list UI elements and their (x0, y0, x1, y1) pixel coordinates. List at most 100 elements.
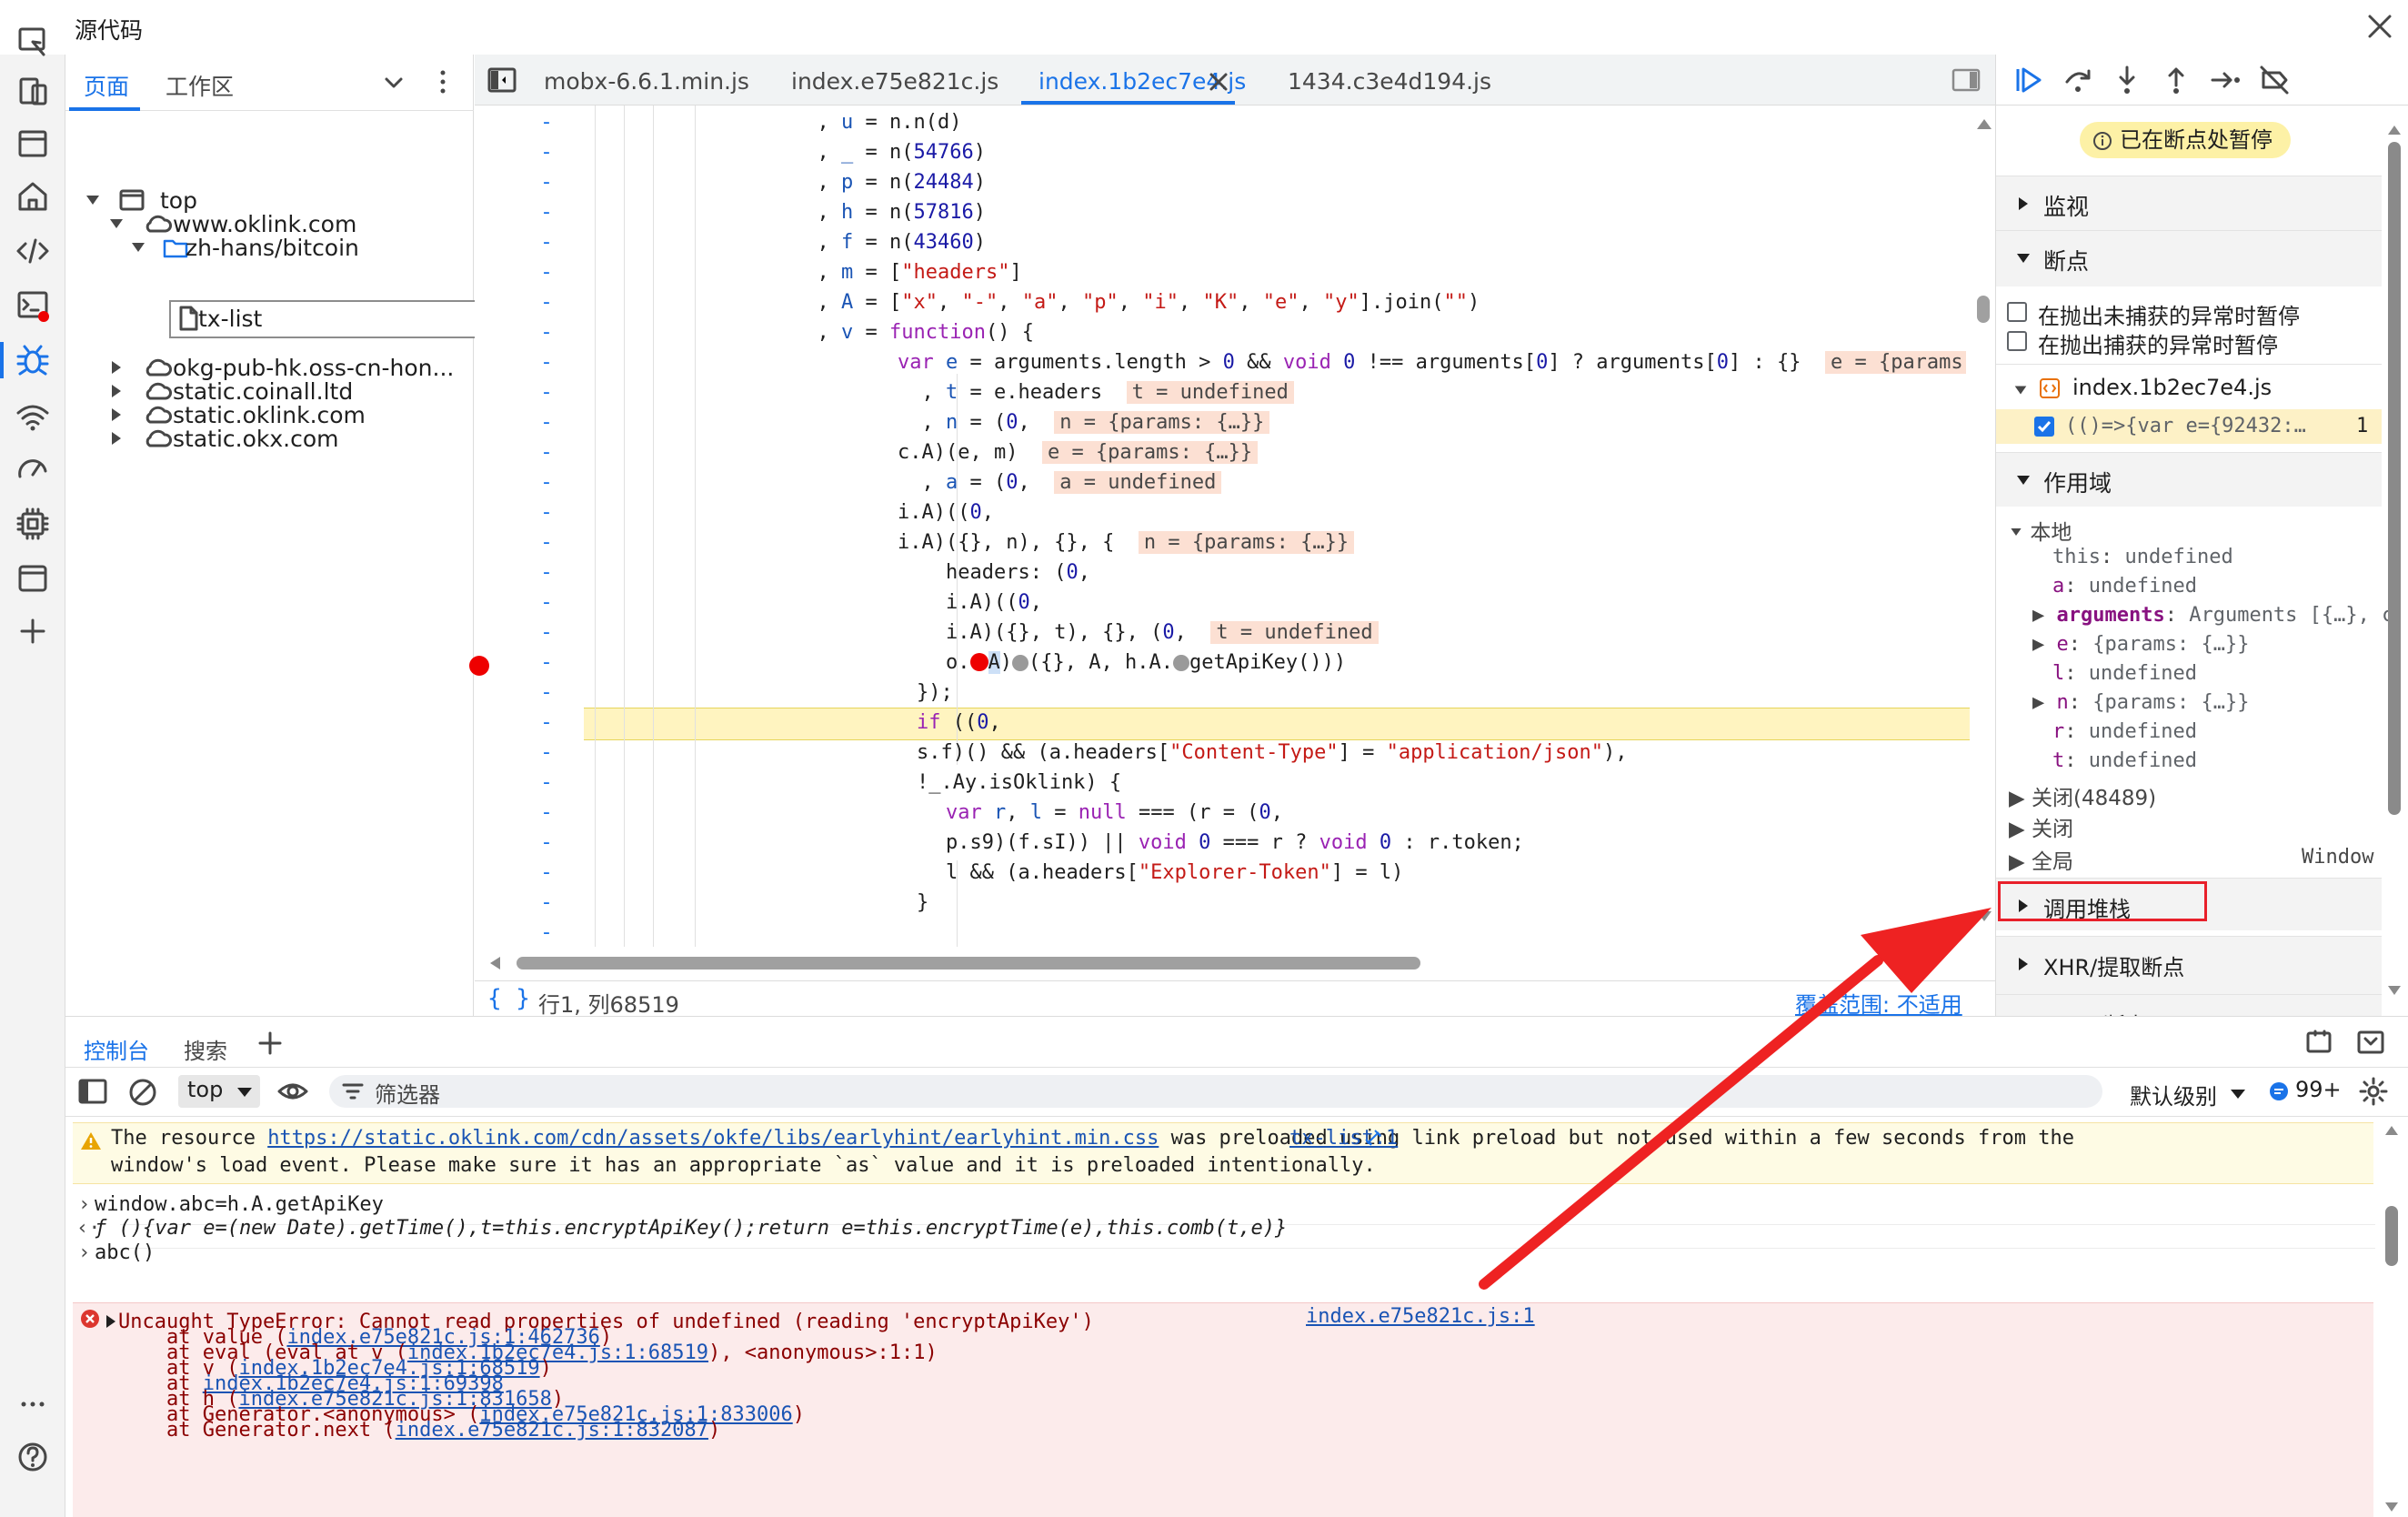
chevron-down-icon[interactable] (380, 69, 407, 96)
scope-local[interactable]: 本地 (2009, 515, 2072, 546)
section-scope[interactable]: 作用域 (1996, 452, 2382, 507)
console-error: Uncaught TypeError: Cannot read properti… (73, 1302, 2373, 1517)
deactivate-breakpoints-icon[interactable] (2258, 64, 2291, 96)
section-breakpoints[interactable]: 断点 (1996, 230, 2382, 286)
sidebar-scrollbar[interactable] (2385, 124, 2403, 1006)
scope-var-n[interactable]: ▶ n: {params: {…}} (2032, 691, 2249, 714)
add-tab-icon[interactable] (256, 1030, 284, 1057)
tab-search[interactable]: 搜索 (184, 1033, 227, 1065)
dock-icon[interactable] (2304, 1028, 2335, 1057)
toggle-debugger-icon[interactable] (1950, 65, 1982, 95)
tab-console[interactable]: 控制台 (84, 1033, 149, 1065)
close-icon[interactable] (2364, 11, 2395, 42)
message-count-icon[interactable] (2268, 1080, 2290, 1102)
step-into-icon[interactable] (2111, 64, 2143, 96)
settings-gear-icon[interactable] (2357, 1075, 2390, 1108)
section-watch[interactable]: 监视 (1996, 176, 2382, 230)
step-icon[interactable] (2209, 64, 2242, 96)
gutter-marker: - (543, 111, 550, 134)
sources-icon[interactable] (13, 231, 53, 271)
pause-caught-option[interactable]: 在抛出捕获的异常时暂停 (2007, 327, 2278, 359)
vertical-scrollbar-thumb[interactable] (1977, 296, 1990, 323)
debugger-icon[interactable] (0, 340, 53, 380)
log-level-select[interactable]: 默认级别 (2130, 1079, 2217, 1110)
step-over-icon[interactable] (2062, 64, 2094, 96)
device-toolbar-icon[interactable] (13, 71, 53, 111)
scope-var-arguments[interactable]: ▶ arguments: Arguments [{…}, c (2032, 604, 2393, 627)
inspect-icon[interactable] (13, 22, 53, 62)
error-source-link[interactable]: index.e75e821c.js:1 (1306, 1305, 1535, 1328)
console-icon[interactable] (13, 286, 53, 326)
gutter-marker: - (543, 591, 550, 614)
scope-var-this[interactable]: this: undefined (2052, 546, 2233, 568)
toggle-navigator-icon[interactable] (486, 65, 518, 95)
prompt-chevron: › (78, 1241, 91, 1264)
tree-item-tx-list[interactable]: tx-list (65, 302, 474, 338)
more-options-icon[interactable] (429, 65, 457, 98)
console-input-1[interactable]: window.abc=h.A.getApiKey (95, 1193, 384, 1216)
scope-var-r[interactable]: r: undefined (2052, 720, 2197, 743)
console-input-2[interactable]: abc() (95, 1241, 155, 1264)
info-icon (2093, 132, 2112, 150)
application-icon[interactable] (13, 558, 53, 598)
caret-down-icon (237, 1088, 252, 1097)
close-tab-icon[interactable] (1208, 71, 1229, 93)
filter-icon (342, 1083, 364, 1100)
resume-icon[interactable] (2012, 64, 2045, 96)
tree-item-folder[interactable]: zh-hans/bitcoin (65, 229, 474, 266)
filter-input[interactable]: 筛选器 (329, 1075, 2102, 1108)
tree-item-okx[interactable]: static.okx.com (65, 420, 474, 457)
context-select[interactable]: top (178, 1075, 260, 1108)
add-panel-icon[interactable] (13, 611, 53, 651)
help-icon[interactable] (13, 1437, 53, 1477)
resource-link[interactable]: https://static.oklink.com/cdn/assets/okf… (267, 1127, 1159, 1150)
horizontal-scrollbar[interactable] (475, 946, 1966, 979)
checkbox[interactable] (2007, 331, 2027, 351)
section-xhr-breakpoints[interactable]: XHR/提取断点 (1996, 936, 2382, 994)
network-icon[interactable] (13, 397, 53, 437)
console-warning: The resource https://static.oklink.com/c… (73, 1122, 2373, 1184)
console-scrollbar[interactable] (2383, 1124, 2401, 1515)
scope-closure[interactable]: ▶ 关闭 (2009, 811, 2073, 842)
home-icon[interactable] (13, 176, 53, 216)
checkbox[interactable] (2007, 302, 2027, 322)
scope-var-l[interactable]: l: undefined (2052, 662, 2197, 685)
elements-icon[interactable] (13, 124, 53, 164)
tab-1434[interactable]: 1434.c3e4d194.js (1288, 68, 1491, 95)
step-out-icon[interactable] (2160, 64, 2192, 96)
scroll-up-icon[interactable] (1975, 116, 1993, 131)
scope-global[interactable]: ▶ 全局 (2009, 844, 2073, 875)
scope-var-t[interactable]: t: undefined (2052, 749, 2197, 772)
horizontal-scrollbar-thumb[interactable] (517, 957, 1420, 969)
scope-closure-48489[interactable]: ▶ 关闭(48489) (2009, 780, 2156, 811)
breakpoint-checkbox[interactable] (2034, 417, 2054, 437)
tab-workspace[interactable]: 工作区 (166, 69, 234, 102)
scope-global-value: Window (2302, 846, 2374, 869)
section-dom-breakpoints[interactable]: DOM 断点 (1996, 994, 2382, 1016)
expand-icon[interactable] (104, 1314, 118, 1329)
memory-icon[interactable] (13, 504, 53, 544)
ai-insight-icon[interactable] (1362, 1127, 1384, 1149)
breakpoint-file-row[interactable]: index.1b2ec7e4.js (1996, 373, 2382, 406)
sidebar-toggle-icon[interactable] (76, 1077, 109, 1106)
live-expression-icon[interactable] (276, 1077, 309, 1106)
more-icon[interactable] (13, 1384, 53, 1424)
breakpoint-marker[interactable] (469, 656, 489, 676)
close-drawer-icon[interactable] (2355, 1028, 2386, 1057)
pause-uncaught-option[interactable]: 在抛出未捕获的异常时暂停 (2007, 298, 2300, 330)
scroll-down-icon[interactable] (1975, 909, 1993, 924)
line-gutter[interactable]: - - - - - - - - - - - - - - - - - - - - - - - - - - - - (475, 105, 584, 979)
console-output-1[interactable]: ƒ (){var e=(new Date).getTime(),t=this.e… (95, 1217, 1287, 1240)
performance-icon[interactable] (13, 449, 53, 489)
debugger-toolbar (1996, 55, 2408, 105)
tab-page[interactable]: 页面 (84, 69, 129, 102)
breakpoint-entry[interactable]: (()=>{var e={92432:… 1 (1996, 409, 2382, 444)
scope-var-e[interactable]: ▶ e: {params: {…}} (2032, 633, 2249, 656)
tab-mobx[interactable]: mobx-6.6.1.min.js (544, 68, 749, 95)
caret-down-icon (2231, 1090, 2245, 1099)
tab-index-e75[interactable]: index.e75e821c.js (791, 68, 998, 95)
scope-var-a[interactable]: a: undefined (2052, 575, 2197, 598)
pretty-print-icon[interactable]: { } (487, 985, 530, 1012)
clear-console-icon[interactable] (127, 1077, 158, 1108)
coverage-link[interactable]: 覆盖范围: 不适用 (1795, 987, 1962, 1019)
